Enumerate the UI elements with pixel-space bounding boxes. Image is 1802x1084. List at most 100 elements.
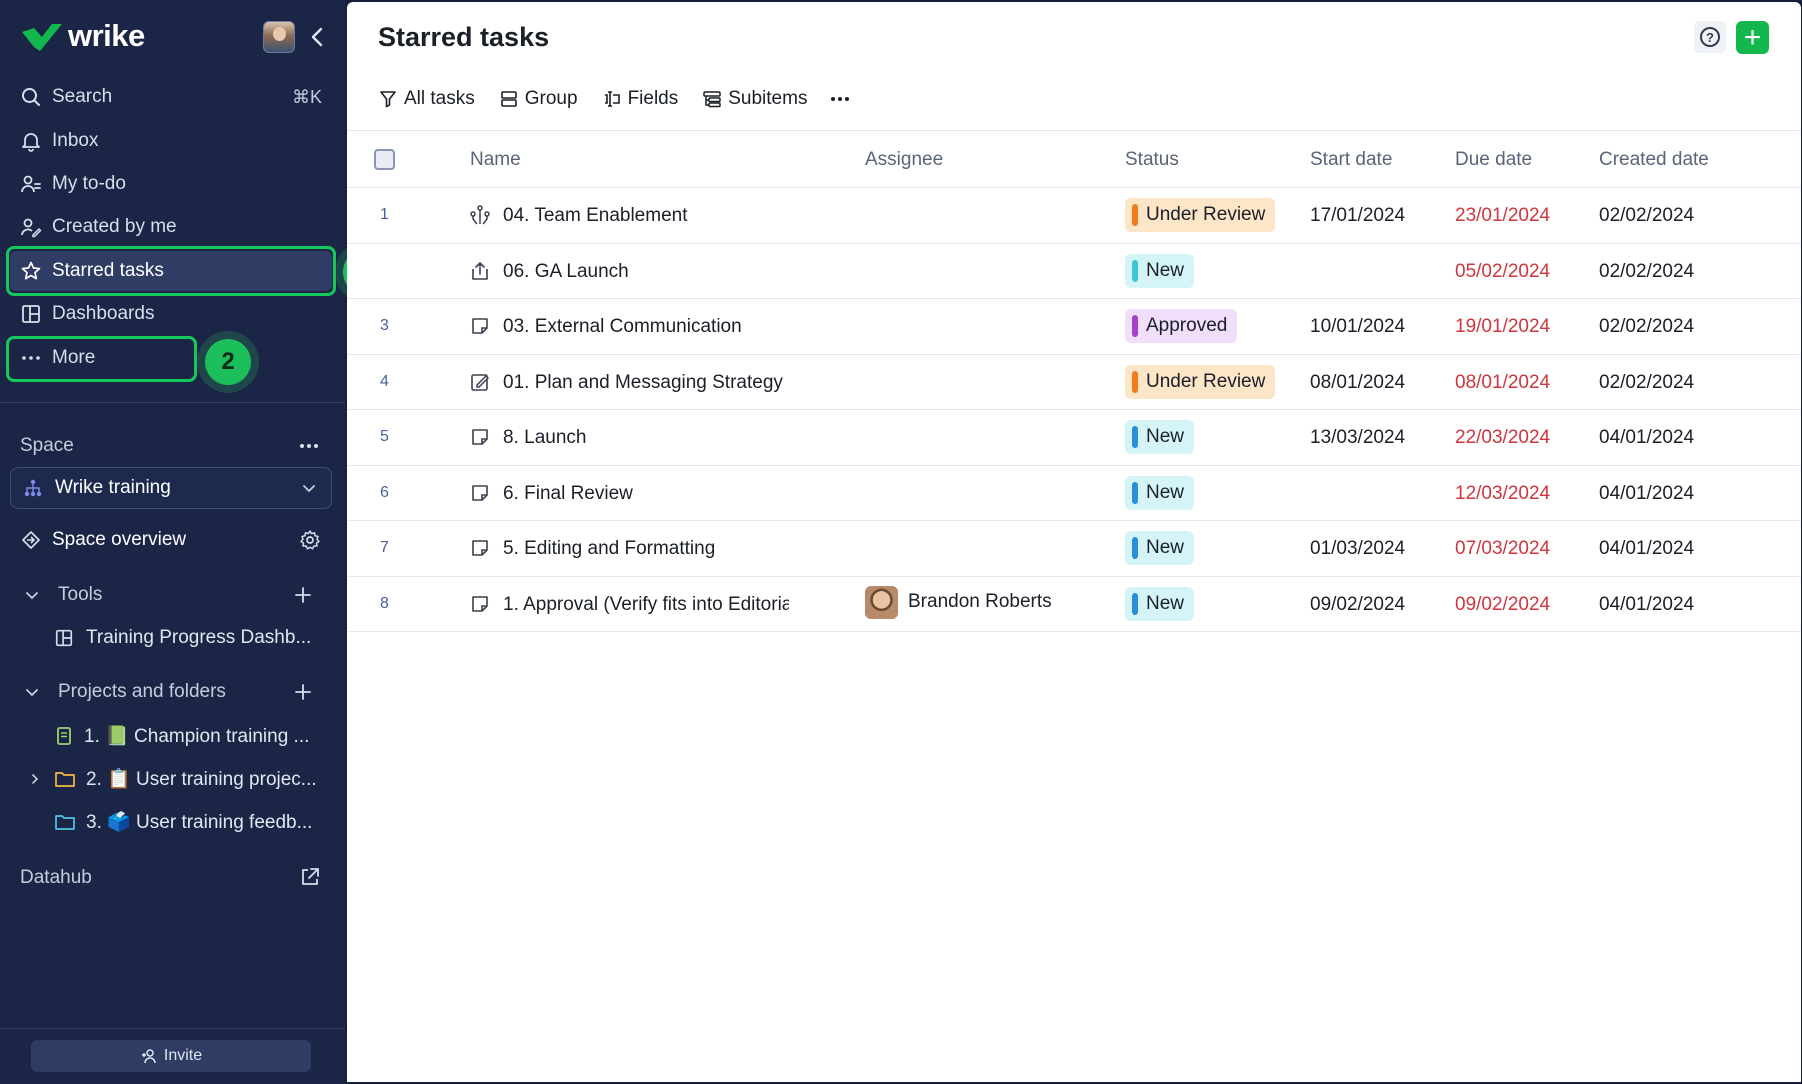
subitems-button[interactable]: Subitems	[702, 88, 807, 110]
sidebar-item-dashboards[interactable]: Dashboards	[10, 294, 332, 334]
wrike-logo[interactable]: wrike	[20, 18, 145, 54]
table-row[interactable]: 5 8. Launch New 13/03/2024 22/03/2024 04…	[347, 410, 1801, 466]
status-color-bar	[1132, 537, 1138, 559]
fields-button[interactable]: Fields	[602, 88, 679, 110]
space-overview[interactable]: Space overview	[10, 521, 335, 559]
start-date[interactable]: 13/03/2024	[1310, 427, 1405, 449]
assignee-cell[interactable]: Brandon Roberts	[865, 585, 1052, 619]
task-name[interactable]: 06. GA Launch	[503, 261, 789, 283]
collapse-sidebar-icon[interactable]	[306, 24, 330, 50]
table-row[interactable]: 3 03. External Communication Approved 10…	[347, 299, 1801, 355]
status-badge[interactable]: New	[1125, 420, 1195, 454]
table-row[interactable]: 06. GA Launch New 05/02/2024 02/02/2024	[347, 244, 1801, 299]
project-item-user-training-feedback[interactable]: 3. 🗳️ User training feedb...	[10, 803, 335, 841]
sidebar-item-created-by-me[interactable]: Created by me	[10, 207, 332, 247]
project-item-user-training-project[interactable]: 2. 📋 User training projec...	[10, 760, 335, 798]
project-icon	[57, 727, 71, 745]
status-badge[interactable]: Approved	[1125, 309, 1238, 343]
add-button[interactable]: +	[1736, 21, 1769, 54]
datahub-label[interactable]: Datahub	[20, 867, 92, 889]
task-name[interactable]: 5. Editing and Formatting	[503, 538, 789, 560]
start-date[interactable]: 17/01/2024	[1310, 205, 1405, 227]
gear-icon[interactable]	[299, 529, 321, 551]
status-badge[interactable]: New	[1125, 253, 1195, 288]
start-date[interactable]: 09/02/2024	[1310, 594, 1405, 616]
person-list-icon	[21, 175, 41, 193]
status-badge[interactable]: Under Review	[1125, 364, 1276, 399]
chevron-down-icon	[303, 485, 315, 493]
column-header-due-date[interactable]: Due date	[1455, 149, 1532, 171]
column-header-created-date[interactable]: Created date	[1599, 149, 1709, 171]
project-item-label: 2. 📋 User training projec...	[86, 769, 317, 790]
sidebar-search[interactable]: Search ⌘K	[10, 77, 332, 117]
sidebar-item-more[interactable]: More	[10, 338, 190, 378]
created-date: 04/01/2024	[1599, 593, 1695, 615]
status-label: New	[1146, 592, 1185, 614]
task-name[interactable]: 03. External Communication	[503, 316, 789, 338]
all-tasks-filter-button[interactable]: All tasks	[378, 88, 475, 110]
invite-button[interactable]: Invite	[31, 1040, 311, 1072]
table-row[interactable]: 1 04. Team Enablement Under Review 17/01…	[347, 188, 1801, 244]
task-name[interactable]: 8. Launch	[503, 427, 789, 449]
column-header-status[interactable]: Status	[1125, 149, 1179, 171]
table-row[interactable]: 7 5. Editing and Formatting New 01/03/20…	[347, 521, 1801, 577]
due-date[interactable]: 05/02/2024	[1455, 261, 1550, 283]
tools-section[interactable]: Tools	[10, 576, 335, 614]
group-button[interactable]: Group	[499, 88, 578, 110]
bell-icon	[22, 133, 40, 152]
task-name[interactable]: 1. Approval (Verify fits into Editorial …	[503, 594, 789, 616]
sidebar-item-starred-tasks[interactable]: Starred tasks	[10, 251, 332, 291]
space-selector[interactable]: Wrike training	[10, 467, 332, 509]
due-date[interactable]: 23/01/2024	[1455, 205, 1550, 227]
start-date[interactable]: 08/01/2024	[1310, 372, 1405, 394]
toolbar-more-icon[interactable]	[831, 97, 850, 101]
due-date[interactable]: 12/03/2024	[1455, 483, 1550, 505]
created-date: 04/01/2024	[1599, 538, 1695, 559]
column-header-assignee[interactable]: Assignee	[865, 149, 943, 171]
status-color-bar	[1132, 204, 1138, 226]
help-button[interactable]: ?	[1694, 21, 1726, 53]
table-row[interactable]: 6 6. Final Review New 12/03/2024 04/01/2…	[347, 466, 1801, 521]
space-selected-label: Wrike training	[55, 477, 171, 498]
table-row[interactable]: 4 01. Plan and Messaging Strategy Under …	[347, 355, 1801, 410]
sidebar-item-label: Inbox	[52, 130, 99, 151]
task-name[interactable]: 04. Team Enablement	[503, 205, 789, 227]
start-date[interactable]: 10/01/2024	[1310, 316, 1405, 338]
tasks-table: Name Assignee Status Start date Due date…	[347, 130, 1801, 632]
table-row[interactable]: 8 1. Approval (Verify fits into Editoria…	[347, 577, 1801, 632]
main-panel: Starred tasks ? + All tasks Group Fields…	[347, 2, 1801, 1082]
task-name[interactable]: 6. Final Review	[503, 483, 789, 505]
status-badge[interactable]: New	[1125, 531, 1195, 565]
column-header-start-date[interactable]: Start date	[1310, 149, 1392, 171]
sidebar-item-inbox[interactable]: Inbox	[10, 121, 332, 161]
due-date[interactable]: 22/03/2024	[1455, 427, 1550, 449]
due-date[interactable]: 07/03/2024	[1455, 538, 1550, 560]
fields-label: Fields	[627, 88, 679, 109]
due-date[interactable]: 08/01/2024	[1455, 372, 1550, 394]
user-avatar[interactable]	[263, 21, 295, 53]
search-label: Search	[52, 86, 113, 107]
chevron-right-icon[interactable]	[28, 772, 42, 786]
select-all-checkbox[interactable]	[374, 149, 395, 170]
add-tool-icon[interactable]	[293, 585, 313, 605]
tool-item-training-dashboard[interactable]: Training Progress Dashb...	[10, 619, 335, 657]
milestone-team-icon	[470, 205, 490, 225]
column-header-name[interactable]: Name	[470, 149, 521, 171]
project-item-label: 1. 📗 Champion training ...	[84, 726, 310, 747]
status-badge[interactable]: Under Review	[1125, 198, 1276, 232]
sidebar-item-label: Created by me	[52, 216, 177, 237]
external-link-icon[interactable]	[299, 866, 321, 888]
status-badge[interactable]: New	[1125, 475, 1195, 510]
sidebar-item-my-todo[interactable]: My to-do	[10, 164, 332, 204]
step-badge-2: 2	[205, 339, 251, 385]
due-date[interactable]: 19/01/2024	[1455, 316, 1550, 338]
add-project-icon[interactable]	[293, 682, 313, 702]
projects-section[interactable]: Projects and folders	[10, 673, 335, 711]
space-options-icon[interactable]	[296, 436, 322, 456]
task-name[interactable]: 01. Plan and Messaging Strategy	[503, 372, 789, 394]
start-date[interactable]: 01/03/2024	[1310, 538, 1405, 560]
project-item-champion-training[interactable]: 1. 📗 Champion training ...	[10, 717, 335, 755]
due-date[interactable]: 09/02/2024	[1455, 594, 1550, 616]
status-badge[interactable]: New	[1125, 586, 1195, 621]
row-number: 4	[380, 372, 389, 390]
